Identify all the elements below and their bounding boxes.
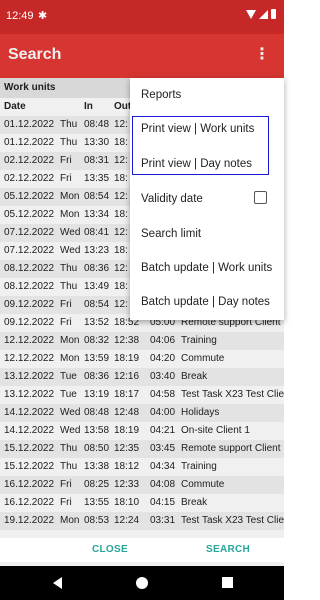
menu-item-batch-update-day-notes[interactable]: Batch update | Day notes (130, 285, 284, 319)
home-icon[interactable] (136, 577, 148, 589)
battery-icon (271, 9, 276, 19)
bottom-actions: CLOSE SEARCH (0, 538, 284, 562)
close-button[interactable]: CLOSE (92, 544, 128, 555)
recents-icon[interactable] (222, 577, 233, 588)
menu-item-search-limit[interactable]: Search limit (130, 217, 284, 251)
status-icons (246, 9, 276, 19)
search-button[interactable]: SEARCH (206, 544, 250, 555)
status-time: 12:49 (6, 10, 34, 22)
status-bar: 12:49 ✱ (0, 0, 284, 34)
overflow-menu: Reports Print view | Work units Print vi… (130, 78, 284, 320)
menu-item-print-view-work-units[interactable]: Print view | Work units (130, 112, 284, 146)
menu-item-batch-update-work-units[interactable]: Batch update | Work units (130, 251, 284, 285)
validity-date-checkbox[interactable] (254, 191, 267, 204)
back-icon[interactable] (53, 577, 62, 589)
menu-item-reports[interactable]: Reports (130, 78, 284, 112)
menu-item-print-view-day-notes[interactable]: Print view | Day notes (130, 147, 284, 181)
signal-icon (259, 9, 268, 19)
system-nav-bar (0, 566, 284, 600)
wifi-icon (246, 9, 256, 19)
settings-status-icon: ✱ (38, 10, 48, 22)
